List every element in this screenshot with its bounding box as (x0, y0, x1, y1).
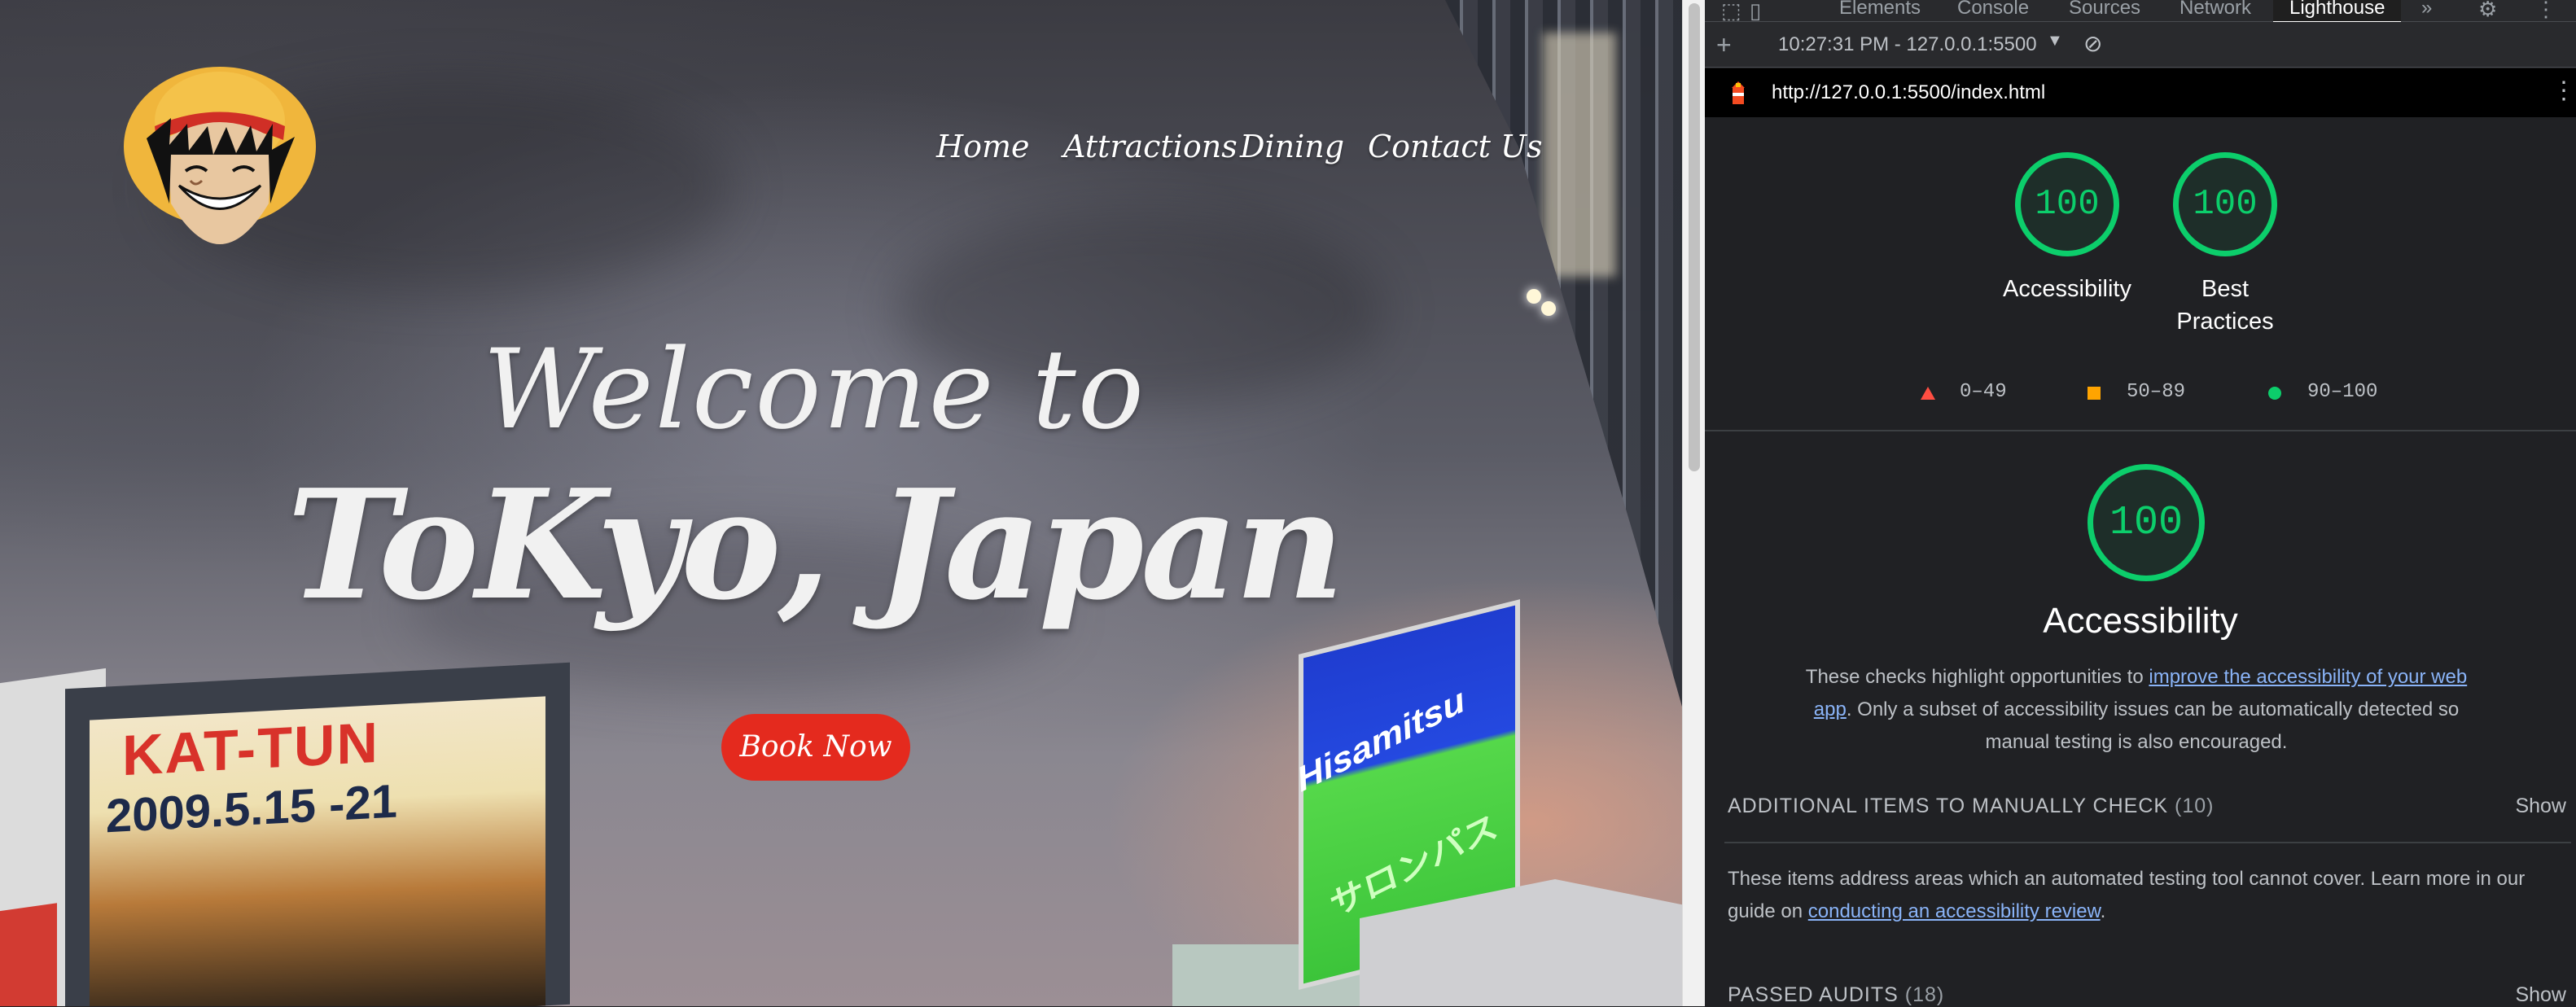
category-title: Accessibility (2043, 601, 2238, 641)
manual-check-count: (10) (2175, 795, 2215, 817)
scrollbar-thumb[interactable] (1689, 3, 1700, 471)
street-lamp (1541, 301, 1556, 316)
more-options-icon[interactable]: ⋮ (2535, 0, 2556, 22)
manual-check-description: These items address areas which an autom… (1728, 863, 2542, 928)
book-now-button[interactable]: Book Now (721, 714, 910, 781)
passed-audits-show-button[interactable]: Show (2515, 983, 2566, 1007)
devtools-tab-bar: ⬚ ▯ Elements Console Sources Network Lig… (1705, 0, 2576, 24)
clear-reports-icon[interactable]: ⊘ (2083, 30, 2102, 57)
best-practices-label-line2: Practices (2176, 309, 2274, 335)
tab-sources[interactable]: Sources (2069, 0, 2140, 20)
hero-welcome: Welcome to (482, 326, 1146, 453)
devtools-panel: ⬚ ▯ Elements Console Sources Network Lig… (1705, 0, 2576, 1006)
passed-audits-group-header[interactable]: PASSED AUDITS (18) (1728, 983, 1944, 1007)
legend-range-fail: 0–49 (1960, 381, 2007, 403)
manual-check-show-button[interactable]: Show (2515, 795, 2566, 818)
report-dropdown-chevron-icon[interactable]: ▼ (2047, 32, 2063, 50)
settings-gear-icon[interactable]: ⚙ (2478, 0, 2497, 22)
category-desc-text-2: . Only a subset of accessibility issues … (1846, 698, 2460, 753)
nav-attractions[interactable]: Attractions (1063, 129, 1238, 164)
legend-range-average: 50–89 (2127, 381, 2186, 403)
luffy-logo-icon[interactable] (122, 49, 318, 248)
new-report-plus-icon[interactable]: + (1716, 30, 1732, 60)
legend-range-pass: 90–100 (2307, 381, 2378, 403)
best-practices-label-line1: Best (2201, 276, 2250, 302)
device-toolbar-icon[interactable]: ▯ (1750, 0, 1761, 24)
nav-dining[interactable]: Dining (1240, 129, 1344, 164)
inspect-element-icon[interactable]: ⬚ (1721, 0, 1741, 24)
more-tabs-icon[interactable]: » (2421, 0, 2432, 20)
average-square-icon (2088, 387, 2101, 400)
billboard-brand: Hisamitsu (1293, 681, 1469, 800)
nav-contact-us[interactable]: Contact Us (1368, 129, 1543, 164)
passed-audits-title: PASSED AUDITS (1728, 983, 1899, 1006)
lighthouse-logo-icon (1732, 81, 1745, 104)
category-description: These checks highlight opportunities to … (1803, 661, 2470, 759)
category-score-gauge: 100 (2088, 464, 2205, 581)
fail-triangle-icon (1921, 387, 1935, 400)
lighthouse-toolbar: + 10:27:31 PM - 127.0.0.1:5500 ▼ ⊘ (1705, 22, 2576, 68)
category-desc-text: These checks highlight opportunities to (1805, 666, 2149, 688)
street-lamp (1527, 289, 1541, 304)
website-viewport: KAT-TUN 2009.5.15 -21 Hisamitsu サロンパス Ho… (0, 0, 1682, 1006)
manual-desc-text-2: . (2100, 900, 2106, 922)
manual-check-group-header[interactable]: ADDITIONAL ITEMS TO MANUALLY CHECK (10) (1728, 795, 2214, 818)
accessibility-review-link[interactable]: conducting an accessibility review (1808, 900, 2101, 922)
best-practices-gauge-label[interactable]: Best Practices (2127, 273, 2323, 338)
tab-elements[interactable]: Elements (1839, 0, 1921, 20)
page-scrollbar[interactable] (1682, 0, 1706, 1006)
manual-check-title: ADDITIONAL ITEMS TO MANUALLY CHECK (1728, 795, 2169, 817)
hero-title: ToKyo, Japan (287, 456, 1344, 633)
report-url: http://127.0.0.1:5500/index.html (1772, 81, 2046, 103)
tab-lighthouse[interactable]: Lighthouse (2273, 0, 2402, 24)
tab-network[interactable]: Network (2180, 0, 2251, 20)
report-menu-icon[interactable]: ⋮ (2552, 77, 2576, 105)
passed-audits-count: (18) (1904, 983, 1945, 1006)
divider (1724, 842, 2571, 843)
accessibility-score-gauge[interactable]: 100 (2015, 152, 2119, 256)
nav-home[interactable]: Home (936, 129, 1030, 164)
pass-circle-icon (2268, 387, 2281, 400)
tab-console[interactable]: Console (1957, 0, 2029, 20)
report-select[interactable]: 10:27:31 PM - 127.0.0.1:5500 (1778, 33, 2037, 56)
best-practices-score-gauge[interactable]: 100 (2173, 152, 2277, 256)
divider (1705, 430, 2576, 431)
report-url-bar: http://127.0.0.1:5500/index.html ⋮ (1705, 68, 2576, 117)
